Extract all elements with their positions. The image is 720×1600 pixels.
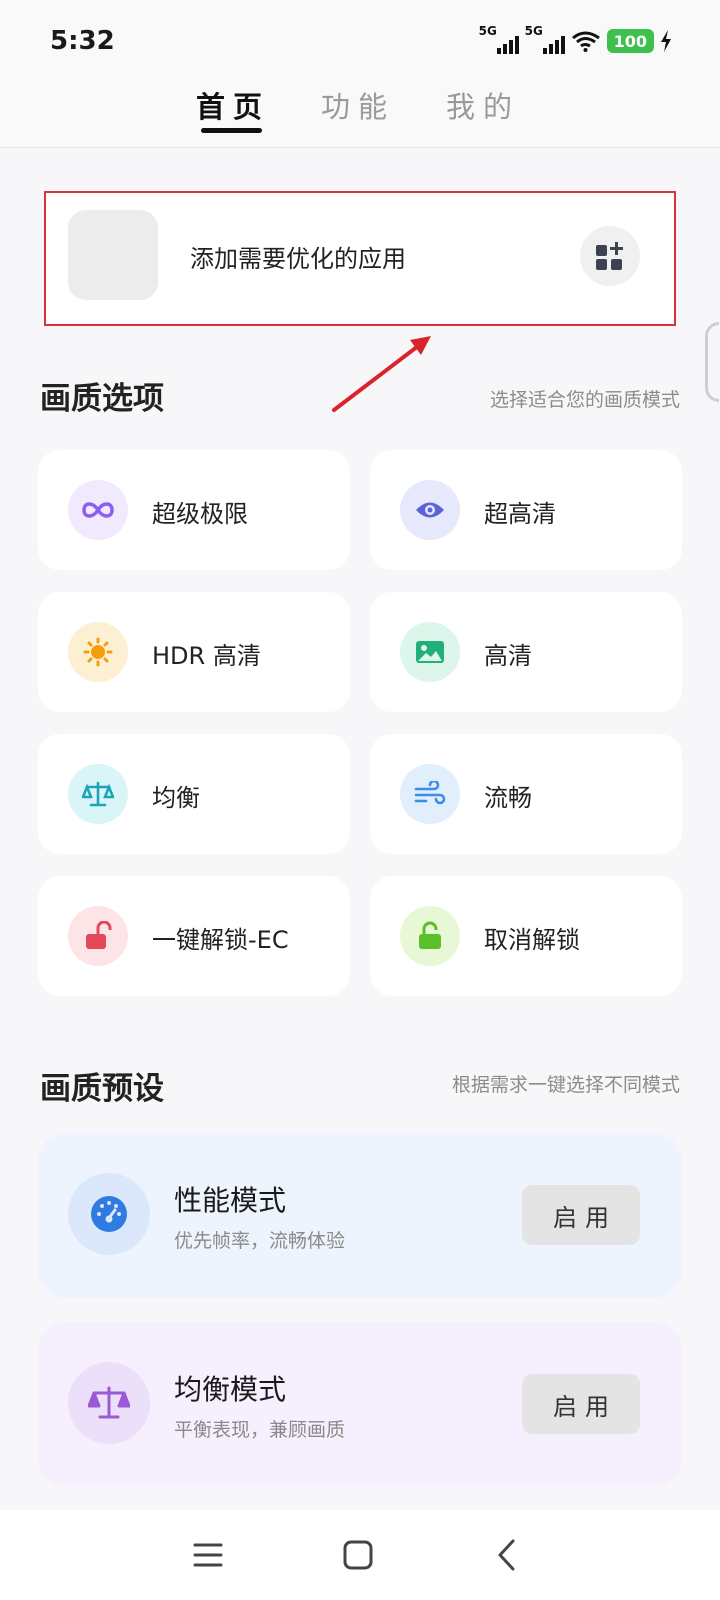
tile-label: 流畅 (484, 784, 532, 812)
tile-label: 高清 (484, 642, 532, 670)
tab-features[interactable]: 功能 (321, 84, 395, 126)
signal-label: 5G (524, 24, 543, 38)
tile-label: 取消解锁 (484, 926, 580, 954)
preset-card-performance[interactable]: 性能模式 优先帧率，流畅体验 启用 (38, 1133, 682, 1298)
add-app-card[interactable]: 添加需要优化的应用 (44, 191, 676, 326)
enable-balanced-button[interactable]: 启用 (522, 1374, 640, 1434)
cell-signal-icon: 5G (524, 24, 565, 56)
balance-icon (68, 1362, 150, 1444)
add-app-label: 添加需要优化的应用 (190, 245, 406, 273)
quality-presets-subtitle: 根据需求一键选择不同模式 (451, 1074, 680, 1096)
preset-title: 均衡模式 (174, 1373, 287, 1406)
quality-tile-ultra-hd[interactable]: 超高清 (370, 450, 682, 570)
tile-label: 一键解锁-EC (152, 926, 289, 954)
status-bar: 5:32 5G 5G 100 (0, 0, 720, 70)
signal-label: 5G (478, 24, 497, 38)
system-nav-bar (0, 1510, 720, 1600)
quality-tile-smooth[interactable]: 流畅 (370, 734, 682, 854)
image-icon (400, 622, 460, 682)
preset-title: 性能模式 (174, 1184, 287, 1217)
menu-icon[interactable] (183, 1530, 233, 1580)
tab-home[interactable]: 首页 (196, 84, 270, 126)
unlock-icon (68, 906, 128, 966)
enable-performance-button[interactable]: 启用 (522, 1185, 640, 1245)
quality-options-subtitle: 选择适合您的画质模式 (489, 389, 680, 411)
app-icon-placeholder (68, 210, 158, 300)
top-tab-bar: 首页 功能 我的 (0, 70, 720, 148)
balance-icon (68, 764, 128, 824)
tab-mine[interactable]: 我的 (446, 84, 520, 126)
annotation-arrow (332, 336, 431, 412)
edge-swipe-handle[interactable] (705, 322, 719, 402)
status-time: 5:32 (50, 26, 115, 56)
home-square-icon[interactable] (333, 1530, 383, 1580)
quality-tile-ultimate[interactable]: 超级极限 (38, 450, 350, 570)
active-tab-indicator (201, 128, 262, 133)
grid-plus-icon (596, 242, 623, 270)
status-icons: 5G 5G 100 (478, 24, 672, 56)
quality-tile-cancel-unlock[interactable]: 取消解锁 (370, 876, 682, 996)
tile-label: 均衡 (152, 784, 200, 812)
add-app-button[interactable] (580, 226, 640, 286)
quality-tile-hd[interactable]: 高清 (370, 592, 682, 712)
cell-signal-icon: 5G (478, 24, 519, 56)
quality-tile-unlock-ec[interactable]: 一键解锁-EC (38, 876, 350, 996)
preset-subtitle: 优先帧率，流畅体验 (174, 1230, 346, 1252)
back-chevron-icon[interactable] (483, 1530, 533, 1580)
unlock-icon (400, 906, 460, 966)
wind-icon (400, 764, 460, 824)
tile-label: 超级极限 (152, 500, 248, 528)
charging-icon (661, 30, 671, 52)
tile-label: 超高清 (484, 500, 556, 528)
quality-tile-balanced[interactable]: 均衡 (38, 734, 350, 854)
speedometer-icon (68, 1173, 150, 1255)
preset-subtitle: 平衡表现，兼顾画质 (174, 1419, 346, 1441)
eye-icon (400, 480, 460, 540)
quality-presets-title: 画质预设 (40, 1071, 164, 1107)
preset-card-balanced[interactable]: 均衡模式 平衡表现，兼顾画质 启用 (38, 1322, 682, 1487)
infinity-icon (68, 480, 128, 540)
tile-label: HDR 高清 (152, 642, 261, 670)
wifi-icon (571, 31, 600, 52)
quality-tile-hdr[interactable]: HDR 高清 (38, 592, 350, 712)
battery-indicator: 100 (606, 29, 654, 53)
quality-options-title: 画质选项 (40, 381, 164, 417)
sun-icon (68, 622, 128, 682)
